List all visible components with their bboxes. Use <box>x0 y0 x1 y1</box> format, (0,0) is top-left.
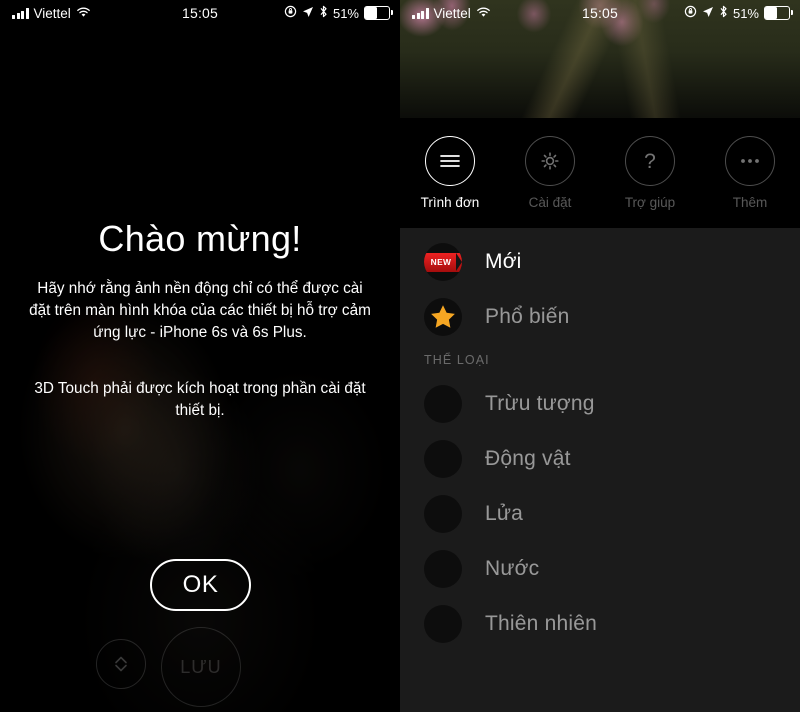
left-phone-screen: Viettel 15:05 51% Chào mừng! Hãy nhớ rằn… <box>0 0 400 712</box>
toolbar-item-menu[interactable]: Trình đơn <box>400 118 500 210</box>
toolbar-item-help[interactable]: ? Trợ giúp <box>600 118 700 210</box>
save-button-left[interactable]: LƯU <box>161 627 241 707</box>
location-arrow-icon <box>302 6 314 21</box>
abstract-swirl-icon <box>424 384 462 423</box>
status-bar-right: Viettel 15:05 51% <box>400 0 800 26</box>
toolbar-label-settings: Cài đặt <box>528 195 572 210</box>
battery-icon <box>364 6 393 20</box>
menu-item-label-water: Nước <box>485 556 540 580</box>
ellipsis-icon <box>725 136 775 186</box>
welcome-title: Chào mừng! <box>98 218 302 259</box>
water-wave-icon <box>424 549 462 588</box>
star-icon <box>424 297 462 336</box>
menu-item-popular[interactable]: Phổ biến <box>400 289 800 344</box>
battery-percent-label: 51% <box>732 5 759 21</box>
menu-item-label-animals: Động vật <box>485 446 571 470</box>
status-bar-left: Viettel 15:05 51% <box>0 0 400 26</box>
menu-item-abstract[interactable]: Trừu tượng <box>400 376 800 431</box>
dual-screenshot-container: Viettel 15:05 51% Chào mừng! Hãy nhớ rằn… <box>0 0 800 712</box>
location-arrow-icon <box>702 6 714 21</box>
menu-list: NEW Mới Phổ biến THỂ LOẠI Trừu tượng Độn… <box>400 228 800 712</box>
menu-item-fire[interactable]: Lửa <box>400 486 800 541</box>
toolbar-item-settings[interactable]: Cài đặt <box>500 118 600 210</box>
chevron-up-down-button-left[interactable] <box>96 639 146 689</box>
hamburger-menu-icon <box>425 136 475 186</box>
new-badge-label: NEW <box>424 252 462 272</box>
question-mark-icon: ? <box>625 136 675 186</box>
right-phone-screen: Viettel 15:05 51% Trình đơn Cài đặt ? Tr… <box>400 0 800 712</box>
rotation-lock-icon <box>284 5 297 21</box>
toolbar-label-help: Trợ giúp <box>624 195 676 210</box>
toolbar: Trình đơn Cài đặt ? Trợ giúp Thêm <box>400 118 800 228</box>
toolbar-label-menu: Trình đơn <box>420 195 480 210</box>
menu-item-animals[interactable]: Động vật <box>400 431 800 486</box>
gear-icon <box>525 136 575 186</box>
menu-item-label-new: Mới <box>485 249 522 273</box>
menu-item-water[interactable]: Nước <box>400 541 800 596</box>
section-header-categories: THỂ LOẠI <box>424 353 490 367</box>
battery-percent-label: 51% <box>332 5 359 21</box>
bluetooth-icon <box>719 5 728 21</box>
nature-leaf-icon <box>424 604 462 643</box>
ok-button[interactable]: OK <box>150 559 251 611</box>
rotation-lock-icon <box>684 5 697 21</box>
new-ribbon-badge-icon: NEW <box>424 242 462 281</box>
toolbar-item-more[interactable]: Thêm <box>700 118 800 210</box>
menu-item-label-fire: Lửa <box>485 501 524 525</box>
battery-icon <box>764 6 793 20</box>
welcome-paragraph-2: 3D Touch phải được kích hoạt trong phần … <box>34 380 366 419</box>
status-bar-right-group: 51% <box>684 5 793 21</box>
toolbar-label-more: Thêm <box>732 195 768 210</box>
menu-item-nature[interactable]: Thiên nhiên <box>400 596 800 651</box>
menu-item-new[interactable]: NEW Mới <box>400 234 800 289</box>
menu-item-label-nature: Thiên nhiên <box>485 611 597 635</box>
lion-head-icon <box>424 439 462 478</box>
bluetooth-icon <box>319 5 328 21</box>
menu-item-label-popular: Phổ biến <box>485 304 570 328</box>
flame-icon <box>424 494 462 533</box>
welcome-paragraph-1: Hãy nhớ rằng ảnh nền động chỉ có thể đượ… <box>29 280 371 341</box>
status-bar-right-group: 51% <box>284 5 393 21</box>
menu-item-label-abstract: Trừu tượng <box>485 391 595 415</box>
